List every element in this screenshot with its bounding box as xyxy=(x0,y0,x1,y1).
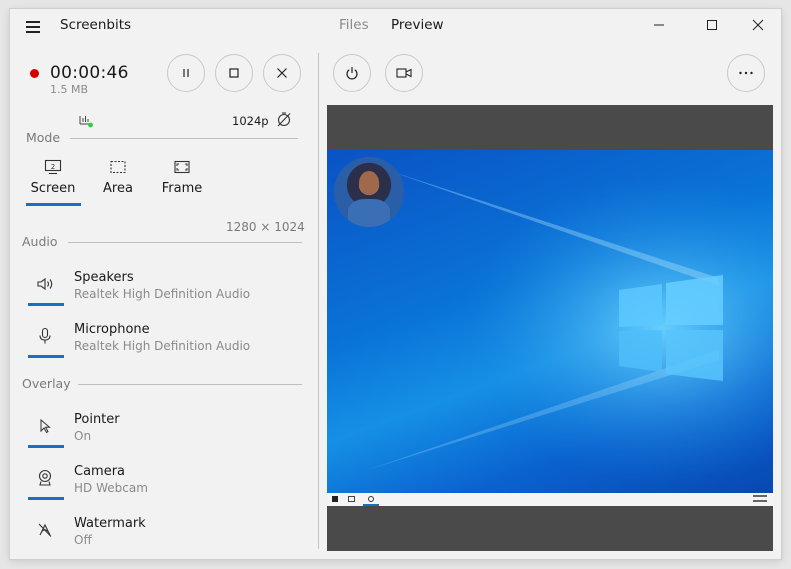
capture-dimensions: 1280 × 1024 xyxy=(226,220,305,234)
maximize-button[interactable] xyxy=(689,9,735,41)
mode-divider xyxy=(70,138,298,139)
speakers-device: Realtek High Definition Audio xyxy=(74,287,251,301)
pointer-state-bar xyxy=(28,445,64,448)
mode-frame-option[interactable]: Frame xyxy=(160,159,204,196)
microphone-icon xyxy=(26,322,64,350)
close-icon xyxy=(277,68,287,78)
mode-screen-option[interactable]: 2 Screen xyxy=(30,159,76,196)
mode-area-label: Area xyxy=(103,181,133,196)
mode-section-label: Mode xyxy=(26,130,61,145)
tab-files[interactable]: Files xyxy=(339,17,369,33)
pointer-icon xyxy=(26,412,64,440)
recording-file-size: 1.5 MB xyxy=(50,83,89,96)
cancel-recording-button[interactable] xyxy=(263,54,301,92)
more-icon xyxy=(739,71,753,75)
webcam-icon xyxy=(26,464,64,492)
mode-area-option[interactable]: Area xyxy=(97,159,139,196)
overlay-pointer-item[interactable]: Pointer On xyxy=(26,412,306,458)
area-mode-icon xyxy=(110,160,126,174)
svg-text:2: 2 xyxy=(51,163,55,171)
taskbar-clock xyxy=(753,495,767,497)
camera-title: Camera xyxy=(74,464,126,479)
speaker-icon xyxy=(26,270,64,298)
close-icon xyxy=(752,19,764,31)
maximize-icon xyxy=(707,20,717,30)
recording-timer: 00:00:46 xyxy=(50,63,129,83)
taskbar-app-icon xyxy=(368,496,374,502)
microphone-level-bar xyxy=(28,355,64,358)
power-icon xyxy=(346,67,358,80)
mode-frame-label: Frame xyxy=(161,181,203,196)
audio-section-label: Audio xyxy=(22,234,58,249)
timer-off-icon[interactable] xyxy=(276,111,292,127)
speakers-level-bar xyxy=(28,303,64,306)
frame-mode-icon xyxy=(174,160,190,174)
resolution-label: 1024p xyxy=(232,114,269,128)
hamburger-menu-icon[interactable] xyxy=(24,18,42,34)
start-icon xyxy=(332,496,338,502)
camera-device: HD Webcam xyxy=(74,481,148,495)
overlay-divider xyxy=(78,384,302,385)
camera-state-bar xyxy=(28,497,64,500)
overlay-section-label: Overlay xyxy=(22,376,71,391)
minimize-icon xyxy=(654,24,664,26)
microphone-title: Microphone xyxy=(74,322,150,337)
video-camera-icon xyxy=(396,68,412,78)
close-window-button[interactable] xyxy=(735,9,781,41)
mode-screen-label: Screen xyxy=(30,181,76,196)
webcam-overlay xyxy=(334,157,404,227)
title-bar: Screenbits Files Preview xyxy=(10,9,781,43)
preview-taskbar xyxy=(327,493,773,506)
audio-level-icon xyxy=(78,113,94,129)
overlay-watermark-item[interactable]: Watermark Off xyxy=(26,516,306,559)
overlay-camera-item[interactable]: Camera HD Webcam xyxy=(26,464,306,510)
screen-mode-icon: 2 xyxy=(44,159,62,175)
microphone-device: Realtek High Definition Audio xyxy=(74,339,251,353)
audio-speakers-item[interactable]: Speakers Realtek High Definition Audio xyxy=(26,270,306,316)
watermark-off-icon xyxy=(26,516,64,544)
taskbar-active-indicator xyxy=(363,504,379,506)
screen-preview xyxy=(327,105,773,551)
stop-button[interactable] xyxy=(215,54,253,92)
pointer-state: On xyxy=(74,429,92,443)
app-title: Screenbits xyxy=(60,17,132,33)
pointer-title: Pointer xyxy=(74,412,120,427)
mode-selected-indicator xyxy=(26,203,81,206)
stop-icon xyxy=(229,68,239,78)
minimize-button[interactable] xyxy=(636,9,682,41)
audio-microphone-item[interactable]: Microphone Realtek High Definition Audio xyxy=(26,322,306,368)
speakers-title: Speakers xyxy=(74,270,134,285)
tab-preview[interactable]: Preview xyxy=(391,17,444,33)
task-view-icon xyxy=(348,496,355,502)
pause-button[interactable] xyxy=(167,54,205,92)
power-button[interactable] xyxy=(333,54,371,92)
app-window: Screenbits Files Preview 00:00:46 1.5 MB xyxy=(10,9,781,559)
pause-icon xyxy=(183,69,189,77)
desktop-wallpaper-preview xyxy=(327,150,773,493)
more-options-button[interactable] xyxy=(727,54,765,92)
pane-divider xyxy=(318,53,319,549)
video-camera-button[interactable] xyxy=(385,54,423,92)
audio-divider xyxy=(68,242,302,243)
watermark-state: Off xyxy=(74,533,92,547)
taskbar-date xyxy=(753,500,767,502)
recording-indicator xyxy=(30,69,39,78)
watermark-title: Watermark xyxy=(74,516,146,531)
